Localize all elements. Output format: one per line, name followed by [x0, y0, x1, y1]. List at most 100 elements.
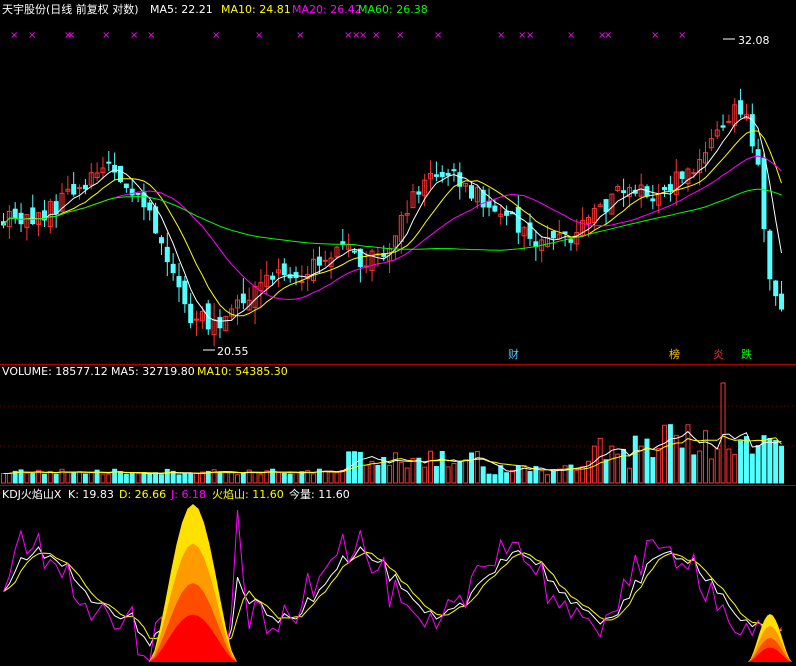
volume-bar [129, 472, 135, 484]
volume-bar [545, 474, 551, 484]
volume-bar [106, 473, 112, 484]
candle-down [141, 192, 147, 208]
volume-bar [188, 473, 194, 484]
kdj-k-label: K: 19.83 [68, 488, 114, 501]
volume-bar [392, 452, 398, 484]
candle-down [650, 198, 656, 202]
candle-down [779, 293, 785, 310]
candle-down [451, 169, 457, 172]
volume-bar [252, 472, 258, 484]
volume-ma10-label: MA10: 54385.30 [197, 365, 288, 378]
x-signal-mark: × [604, 30, 612, 41]
kdj-d-label: D: 26.66 [119, 488, 166, 501]
event-mark-fall[interactable]: 跌 [741, 347, 752, 361]
volume-bar [322, 470, 328, 484]
volume-bar [158, 474, 164, 484]
candle-down [316, 256, 322, 266]
volume-bar [24, 472, 30, 484]
volume-bar [112, 468, 118, 484]
event-mark-list[interactable]: 榜 [669, 347, 680, 361]
candle-down [153, 206, 159, 234]
volume-bar [71, 472, 77, 484]
volume-bar [311, 473, 317, 484]
volume-ma10-line [3, 435, 782, 474]
volume-bar [469, 452, 474, 484]
candle-down [352, 250, 357, 253]
x-signal-mark: × [296, 30, 304, 41]
kdj-k-line [3, 546, 782, 649]
volume-bar [574, 469, 580, 484]
volume-bar [176, 474, 182, 484]
volume-bar [77, 471, 83, 484]
volume-bar [41, 473, 47, 484]
volume-bar [404, 467, 410, 484]
candle-down [603, 199, 609, 213]
candle-down [135, 192, 141, 195]
volume-bar [662, 424, 668, 484]
x-signal-mark: × [359, 30, 367, 41]
candle-down [445, 172, 451, 176]
volume-bar [638, 445, 644, 484]
volume-bar [498, 465, 504, 484]
event-mark-hot[interactable]: 炎 [713, 348, 724, 361]
volume-bar [738, 440, 744, 484]
ma20-label: MA20: 26.42 [292, 3, 362, 16]
event-mark-report[interactable]: 财 [508, 347, 519, 361]
volume-bar [562, 465, 568, 484]
candle-down [486, 200, 492, 208]
candle-down [176, 276, 182, 288]
candle-up [726, 120, 732, 123]
candle-down [217, 317, 223, 329]
candle-down [492, 205, 498, 212]
volume-bar [726, 448, 732, 484]
volume-bar [667, 424, 673, 484]
candle-down [18, 212, 24, 225]
x-signal-mark: × [567, 30, 575, 41]
volume-bar [679, 447, 685, 484]
stock-chart[interactable]: × × × × × × × × × × × × × × × × × × × × × × × × 天宇股份(日线 前复权 对数)… [0, 0, 796, 666]
candle-down [270, 275, 276, 280]
volume-bar [568, 464, 574, 484]
candle-down [469, 185, 474, 199]
candle-up [322, 259, 328, 262]
volume-bar [621, 448, 627, 484]
volume-bar [223, 471, 229, 484]
volume-bar [463, 459, 469, 484]
x-signal-mark: × [102, 30, 110, 41]
candle-down [240, 293, 246, 304]
candle-up [691, 172, 697, 175]
volume-bar [626, 467, 632, 484]
kdj-j-line [3, 509, 782, 663]
volume-bar [451, 462, 457, 484]
volume-bar [153, 472, 159, 484]
volume-bar [708, 458, 714, 484]
volume-bar [504, 472, 510, 484]
high-price-label: 32.08 [738, 34, 770, 47]
volume-bar [492, 474, 498, 484]
candle-down [515, 206, 521, 233]
volume-bar [410, 457, 416, 484]
ma60-line [3, 188, 782, 251]
volume-bar [422, 466, 428, 484]
volume-bar [235, 474, 240, 484]
volume-bar [141, 472, 147, 484]
volume-bar [644, 438, 650, 484]
candle-down [281, 263, 287, 276]
candle-down [439, 172, 445, 177]
volume-bar [773, 440, 779, 484]
volume-bar [433, 466, 439, 484]
volume-bar [229, 471, 235, 484]
volume-bar [281, 472, 287, 484]
volume-bar [732, 453, 738, 484]
volume-bar [182, 473, 188, 484]
volume-bar [387, 464, 393, 484]
volume-bar [474, 450, 480, 484]
candle-down [621, 190, 627, 194]
volume-bar [194, 472, 200, 484]
volume-bar [53, 473, 59, 484]
x-signal-mark: × [434, 30, 442, 41]
x-signal-mark: × [212, 30, 220, 41]
today-volume-label: 今量: 11.60 [289, 487, 350, 501]
price-title: 天宇股份(日线 前复权 对数) [2, 2, 139, 16]
chart-canvas[interactable]: × × ×× × × × × × × × ×× × × × × × × × ×× × × 天宇股份(日线 前复权 对数)… [0, 0, 796, 666]
